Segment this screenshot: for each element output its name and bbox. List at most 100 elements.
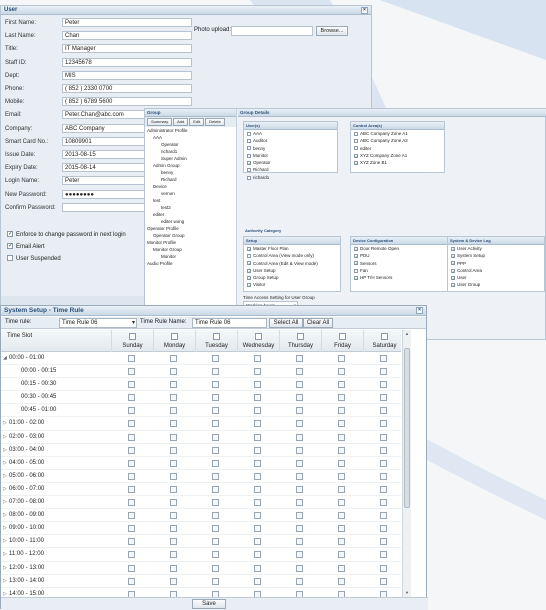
slot-checkbox[interactable] <box>338 355 345 362</box>
expand-icon[interactable]: ▷ <box>3 548 7 561</box>
tree-item[interactable]: test <box>145 197 236 204</box>
list-item[interactable]: Control Area (Edit & View mode) <box>244 260 340 267</box>
slot-checkbox[interactable] <box>212 564 219 572</box>
slot-checkbox[interactable] <box>170 577 177 585</box>
slot-checkbox[interactable] <box>296 433 303 441</box>
expand-icon[interactable]: ▷ <box>3 417 7 430</box>
tree-item[interactable]: Operator Profile <box>145 225 236 232</box>
list-item[interactable]: benny <box>244 145 337 152</box>
slot-checkbox[interactable] <box>338 407 345 415</box>
add-button[interactable]: Add <box>173 118 189 126</box>
slot-checkbox[interactable] <box>380 446 387 454</box>
slot-checkbox[interactable] <box>212 472 219 480</box>
slot-checkbox[interactable] <box>380 433 387 441</box>
list-item[interactable]: System Setup <box>448 252 544 260</box>
slot-checkbox[interactable] <box>212 459 219 467</box>
slot-checkbox[interactable] <box>128 420 135 428</box>
checkbox-icon[interactable] <box>451 253 455 260</box>
field-input[interactable]: ( 852 ) 2330 0700 <box>62 84 192 93</box>
summary-button[interactable]: Summary <box>147 118 173 126</box>
slot-checkbox[interactable] <box>338 433 345 441</box>
list-item[interactable]: editer <box>351 145 444 152</box>
list-item[interactable]: XYZ Company Zone A1 <box>351 152 444 159</box>
field-input[interactable]: IT Manager <box>62 44 192 54</box>
checkbox-icon[interactable] <box>354 260 358 267</box>
checkbox-icon[interactable] <box>247 268 251 274</box>
slot-checkbox[interactable] <box>338 538 345 546</box>
expand-icon[interactable]: ▷ <box>3 509 7 522</box>
slot-checkbox[interactable] <box>380 407 387 415</box>
tree-item[interactable]: vernon <box>145 190 236 197</box>
checkbox-icon[interactable] <box>354 160 358 166</box>
slot-checkbox[interactable] <box>296 394 303 402</box>
checkbox-icon[interactable] <box>247 282 251 289</box>
slot-checkbox[interactable] <box>212 538 219 546</box>
slot-checkbox[interactable] <box>296 564 303 572</box>
slot-checkbox[interactable] <box>254 512 261 520</box>
slot-checkbox[interactable] <box>212 499 219 507</box>
checkbox-icon[interactable] <box>354 268 358 273</box>
slot-checkbox[interactable] <box>170 407 177 415</box>
expand-icon[interactable]: ▷ <box>3 522 7 535</box>
checkbox-icon[interactable] <box>247 275 251 281</box>
slot-checkbox[interactable] <box>338 525 345 533</box>
checkbox-icon[interactable] <box>247 153 251 158</box>
select-all-button[interactable]: Select All <box>269 318 303 328</box>
slot-checkbox[interactable] <box>254 472 261 480</box>
slot-checkbox[interactable] <box>338 512 345 520</box>
checkbox-icon[interactable] <box>451 268 455 274</box>
day-select-checkbox[interactable] <box>129 333 136 340</box>
tree-item[interactable]: Richard <box>145 176 236 183</box>
slot-checkbox[interactable] <box>212 525 219 533</box>
tree-item[interactable]: Administrator Profile <box>145 127 236 134</box>
slot-checkbox[interactable] <box>254 577 261 585</box>
slot-checkbox[interactable] <box>212 381 219 389</box>
slot-checkbox[interactable] <box>380 485 387 493</box>
list-item[interactable]: User Activity <box>448 245 544 252</box>
slot-checkbox[interactable] <box>212 446 219 454</box>
list-item[interactable]: Richard <box>244 166 337 173</box>
slot-checkbox[interactable] <box>338 381 345 389</box>
tree-item[interactable]: Monitor Group <box>145 246 236 253</box>
checkbox-icon[interactable] <box>247 260 251 267</box>
scroll-down-icon[interactable]: ▼ <box>404 590 410 597</box>
list-item[interactable]: ABC Company Zone A2 <box>351 137 444 144</box>
slot-checkbox[interactable] <box>212 433 219 441</box>
slot-checkbox[interactable] <box>128 551 135 559</box>
slot-checkbox[interactable] <box>254 381 261 389</box>
day-select-checkbox[interactable] <box>171 333 178 340</box>
list-item[interactable]: Fan <box>351 267 447 274</box>
slot-checkbox[interactable] <box>296 512 303 520</box>
day-select-checkbox[interactable] <box>297 333 304 340</box>
slot-checkbox[interactable] <box>296 499 303 507</box>
list-item[interactable]: User Setup <box>244 267 340 274</box>
checkbox-icon[interactable] <box>451 246 455 252</box>
list-item[interactable]: Control Area (View mode only) <box>244 252 340 259</box>
slot-checkbox[interactable] <box>338 368 345 376</box>
checkbox-icon[interactable] <box>354 153 358 159</box>
slot-checkbox[interactable] <box>212 512 219 520</box>
list-item[interactable]: PPP <box>448 260 544 267</box>
tree-item[interactable]: Operator <box>145 141 236 148</box>
day-select-checkbox[interactable] <box>213 333 220 340</box>
slot-checkbox[interactable] <box>338 551 345 559</box>
slot-checkbox[interactable] <box>170 525 177 533</box>
slot-checkbox[interactable] <box>170 551 177 559</box>
tree-item[interactable]: Monitor Profile <box>145 239 236 246</box>
slot-checkbox[interactable] <box>338 459 345 467</box>
tree-item[interactable]: benny <box>145 169 236 176</box>
slot-checkbox[interactable] <box>128 512 135 520</box>
tree-item[interactable]: test2 <box>145 204 236 211</box>
list-item[interactable]: User Group <box>448 281 544 289</box>
checkbox-icon[interactable] <box>354 146 358 151</box>
checkbox-icon[interactable] <box>247 254 251 259</box>
slot-checkbox[interactable] <box>170 472 177 480</box>
slot-checkbox[interactable] <box>380 420 387 428</box>
slot-checkbox[interactable] <box>128 394 135 402</box>
day-select-checkbox[interactable] <box>381 333 388 340</box>
checkbox-icon[interactable] <box>7 255 13 262</box>
expand-icon[interactable]: ▷ <box>3 483 7 496</box>
slot-checkbox[interactable] <box>170 499 177 507</box>
expand-icon[interactable]: ▷ <box>3 562 7 575</box>
list-item[interactable]: XYZ Zone B1 <box>351 159 444 166</box>
